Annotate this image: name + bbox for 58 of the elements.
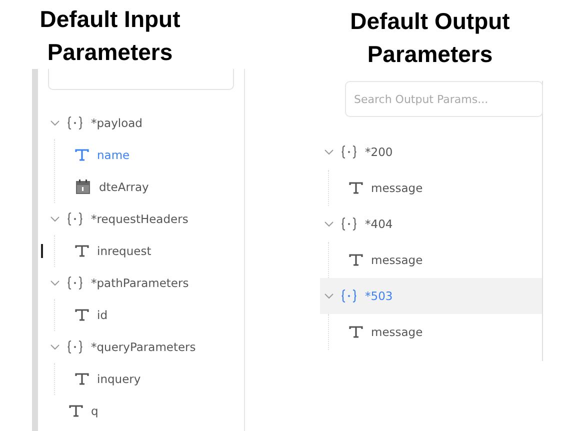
text-type-icon xyxy=(75,245,89,257)
calendar-icon xyxy=(75,179,91,195)
tree-item-label: *404 xyxy=(365,217,393,231)
tree-item[interactable]: inquery xyxy=(55,363,244,395)
chevron-icon[interactable] xyxy=(50,342,60,352)
search-field[interactable]: Search Output Params... xyxy=(345,81,543,117)
tree-item-label: dteArray xyxy=(99,180,149,194)
text-type-icon xyxy=(349,254,363,266)
braces-icon xyxy=(341,145,357,159)
chevron-icon[interactable] xyxy=(324,219,334,229)
tree-item-label: id xyxy=(97,308,108,322)
tree-item-label: inquery xyxy=(97,372,141,386)
tree-item-label: message xyxy=(371,181,423,195)
tree-item-label: *pathParameters xyxy=(91,276,189,290)
panel-heading: Default Output Parameters xyxy=(349,7,511,69)
tree-item[interactable]: message xyxy=(329,242,542,278)
braces-icon xyxy=(67,276,83,290)
chevron-icon[interactable] xyxy=(324,291,334,301)
tree-item-label: inrequest xyxy=(97,244,152,258)
tree-item-label: *queryParameters xyxy=(91,340,196,354)
tree-item[interactable]: *queryParameters xyxy=(38,331,244,363)
tree-item-label: message xyxy=(371,253,423,267)
tree-item-label: *200 xyxy=(365,145,393,159)
chevron-icon[interactable] xyxy=(50,118,60,128)
tree-item-label: message xyxy=(371,325,423,339)
panel-heading: Default Input Parameters xyxy=(38,5,182,67)
text-type-icon xyxy=(75,309,89,321)
text-type-icon xyxy=(75,373,89,385)
tree-item[interactable]: inrequest xyxy=(55,235,244,267)
text-type-icon xyxy=(69,405,83,417)
tree-item[interactable]: *404 xyxy=(320,206,542,242)
text-type-icon xyxy=(349,326,363,338)
tree-item[interactable]: *payload xyxy=(38,107,244,139)
tree-item[interactable]: message xyxy=(329,170,542,206)
tree-item[interactable]: message xyxy=(329,314,542,350)
tree-item[interactable]: id xyxy=(55,299,244,331)
braces-icon xyxy=(341,217,357,231)
text-type-icon xyxy=(75,149,89,161)
tree-item-label: q xyxy=(91,404,98,418)
chevron-icon[interactable] xyxy=(50,214,60,224)
braces-icon xyxy=(67,116,83,130)
tree-item[interactable]: *pathParameters xyxy=(38,267,244,299)
braces-icon xyxy=(341,289,357,303)
tree-item-label: *503 xyxy=(365,289,393,303)
text-type-icon xyxy=(349,182,363,194)
chevron-icon[interactable] xyxy=(50,278,60,288)
tree-item[interactable]: dteArray xyxy=(55,171,244,203)
chevron-icon[interactable] xyxy=(324,147,334,157)
tree-item-label: name xyxy=(97,148,130,162)
search-field[interactable] xyxy=(48,69,234,90)
tree-item[interactable]: *200 xyxy=(320,134,542,170)
tree-item-label: *requestHeaders xyxy=(91,212,188,226)
braces-icon xyxy=(67,212,83,226)
tree-item[interactable]: name xyxy=(55,139,244,171)
tree-item-label: *payload xyxy=(91,116,142,130)
tree-item[interactable]: *requestHeaders xyxy=(38,203,244,235)
braces-icon xyxy=(67,340,83,354)
tree-item[interactable]: q xyxy=(38,395,244,427)
